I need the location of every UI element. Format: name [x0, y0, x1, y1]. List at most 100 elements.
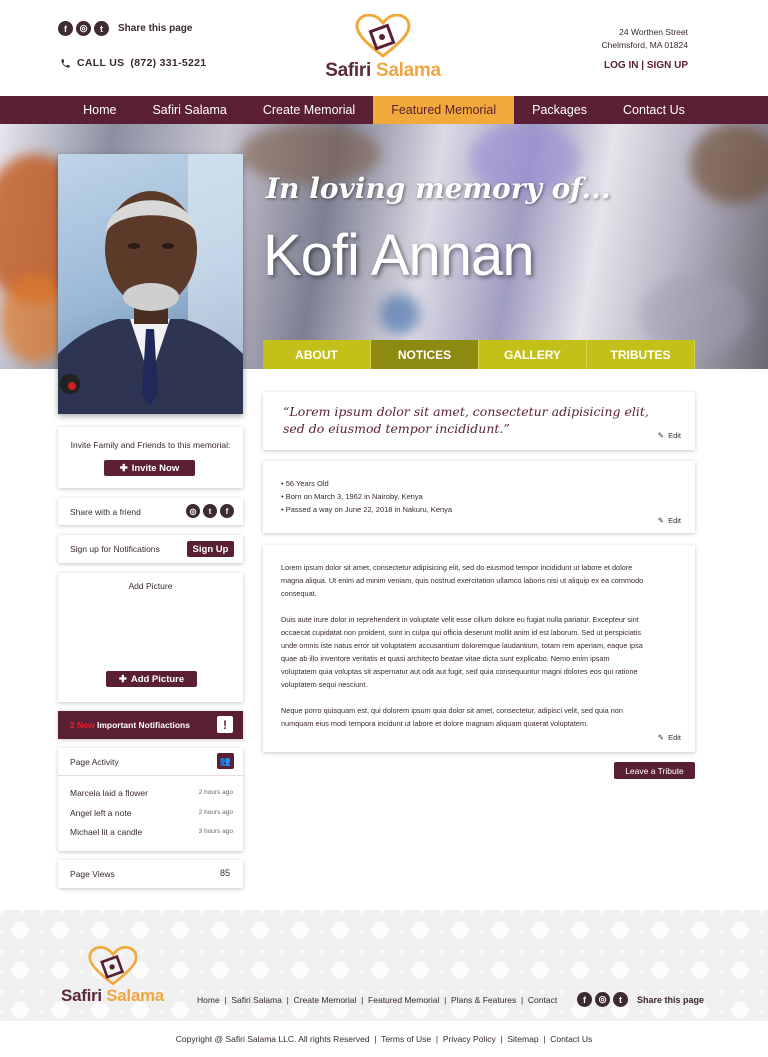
- important-notifications-bar[interactable]: 2 New Important Notifiactions !: [58, 711, 243, 739]
- copyright-text: Copyright @ Safiri Salama LLC. All right…: [175, 1034, 370, 1044]
- fact-age: 56 Years Old: [285, 479, 329, 488]
- nav-packages[interactable]: Packages: [514, 96, 605, 124]
- notify-text: Sign up for Notifications: [70, 544, 160, 554]
- add-picture-label: Add Picture: [130, 673, 185, 685]
- instagram-icon[interactable]: ◎: [186, 504, 200, 518]
- notifications-count: 2 New: [70, 720, 95, 730]
- footer-link-create-memorial[interactable]: Create Memorial: [294, 995, 357, 1005]
- sitemap-link[interactable]: Sitemap: [507, 1034, 538, 1044]
- nav-contact-us[interactable]: Contact Us: [605, 96, 703, 124]
- pencil-icon: ✎: [657, 733, 665, 742]
- leave-tribute-button[interactable]: Leave a Tribute: [614, 762, 695, 779]
- logo-word-safiri: Safiri: [325, 60, 371, 81]
- footer-link-safiri-salama[interactable]: Safiri Salama: [231, 995, 282, 1005]
- footer-link-plans[interactable]: Plans & Features: [451, 995, 516, 1005]
- site-logo[interactable]: Safiri Salama: [318, 14, 448, 84]
- signup-link[interactable]: SIGN UP: [647, 60, 688, 71]
- share-page-label: Share this page: [118, 23, 193, 34]
- call-us[interactable]: CALL US (872) 331-5221: [60, 57, 206, 69]
- notice-paragraph: Duis aute irure dolor in reprehenderit i…: [281, 615, 643, 689]
- notice-body: Lorem ipsum dolor sit amet, consectetur …: [281, 561, 647, 730]
- notice-text-card: Lorem ipsum dolor sit amet, consectetur …: [263, 545, 695, 752]
- nav-featured-memorial[interactable]: Featured Memorial: [373, 96, 515, 124]
- footer-logo-wordmark: Safiri Salama: [55, 986, 170, 1006]
- address-line2: Chelmsford, MA 01824: [601, 40, 688, 50]
- nav-safiri-salama[interactable]: Safiri Salama: [134, 96, 244, 124]
- tab-gallery[interactable]: GALLERY: [479, 340, 587, 369]
- pencil-icon: ✎: [657, 431, 665, 440]
- tab-notices[interactable]: NOTICES: [371, 340, 479, 369]
- footer-link-featured-memorial[interactable]: Featured Memorial: [368, 995, 439, 1005]
- notice-paragraph: Neque porro quisquam est, qui dolorem ip…: [281, 706, 623, 728]
- edit-label: Edit: [668, 516, 681, 525]
- fact-passed: Passed a way on June 22, 2018 in Nakuru,…: [285, 505, 453, 514]
- call-us-label: CALL US: [77, 57, 125, 69]
- terms-link[interactable]: Terms of Use: [381, 1034, 431, 1044]
- footer-social: f ◎ t Share this page: [577, 992, 704, 1007]
- plus-icon: ✚: [119, 462, 128, 474]
- phone-number: (872) 331-5221: [130, 57, 207, 69]
- edit-facts-button[interactable]: ✎ Edit: [658, 516, 681, 525]
- list-item: Angel left a note 2 hours ago: [70, 808, 233, 828]
- address: 24 Worthen Street Chelmsford, MA 01824: [602, 26, 688, 52]
- site-header: f ◎ t Share this page CALL US (872) 331-…: [0, 0, 768, 96]
- copyright-bar: Copyright @ Safiri Salama LLC. All right…: [175, 1034, 593, 1044]
- instagram-icon[interactable]: ◎: [595, 992, 610, 1007]
- add-picture-button[interactable]: ✚ Add Picture: [106, 671, 197, 687]
- footer-logo[interactable]: Safiri Salama: [55, 946, 170, 1006]
- activity-text: Michael lit a candle: [70, 827, 143, 837]
- fact-item: • Born on March 3, 1962 in Nairoby, Keny…: [281, 492, 423, 501]
- activity-time: 2 hours ago: [198, 789, 233, 796]
- fact-item: • Passed a way on June 22, 2018 in Nakur…: [281, 505, 453, 514]
- site-footer: Safiri Salama Home | Safiri Salama | Cre…: [0, 910, 768, 1021]
- list-item: Michael lit a candle 3 hours ago: [70, 827, 233, 847]
- edit-quote-button[interactable]: ✎ Edit: [658, 431, 681, 440]
- auth-separator: |: [641, 60, 645, 71]
- invite-text: Invite Family and Friends to this memori…: [70, 440, 231, 450]
- twitter-icon[interactable]: t: [94, 21, 109, 36]
- notifications-text: 2 New Important Notifiactions: [70, 720, 190, 730]
- page-activity-card: Page Activity 👥 Marcela laid a flower 2 …: [58, 748, 243, 851]
- main-nav: Home Safiri Salama Create Memorial Featu…: [0, 96, 768, 124]
- login-link[interactable]: LOG IN: [604, 60, 638, 71]
- phone-icon: [61, 58, 70, 68]
- sign-up-button[interactable]: Sign Up: [187, 541, 234, 557]
- add-picture-title: Add Picture: [128, 581, 173, 591]
- twitter-icon[interactable]: t: [203, 504, 217, 518]
- notice-paragraph: Lorem ipsum dolor sit amet, consectetur …: [281, 563, 644, 598]
- logo-wordmark: Safiri Salama: [318, 60, 448, 82]
- twitter-icon[interactable]: t: [613, 992, 628, 1007]
- paint-blob: [380, 294, 420, 334]
- activity-time: 3 hours ago: [198, 828, 233, 835]
- activity-title: Page Activity: [70, 757, 119, 767]
- nav-home[interactable]: Home: [65, 96, 134, 124]
- share-friend-icons: ◎ t f: [183, 504, 234, 518]
- logo-word-safiri: Safiri: [61, 986, 102, 1005]
- facebook-icon[interactable]: f: [220, 504, 234, 518]
- contact-us-link[interactable]: Contact Us: [550, 1034, 592, 1044]
- alert-icon: !: [217, 716, 233, 733]
- edit-notice-button[interactable]: ✎ Edit: [658, 733, 681, 742]
- share-friend-text: Share with a friend: [70, 507, 141, 517]
- nav-create-memorial[interactable]: Create Memorial: [245, 96, 373, 124]
- tab-tributes[interactable]: TRIBUTES: [587, 340, 695, 369]
- footer-link-contact[interactable]: Contact: [528, 995, 557, 1005]
- invite-now-button[interactable]: ✚ Invite Now: [104, 460, 195, 476]
- footer-link-home[interactable]: Home: [197, 995, 220, 1005]
- activity-time: 2 hours ago: [198, 808, 233, 816]
- paint-blob: [690, 124, 768, 204]
- activity-divider: [58, 775, 243, 776]
- facebook-icon[interactable]: f: [58, 21, 73, 36]
- pencil-icon: ✎: [657, 516, 665, 525]
- facebook-icon[interactable]: f: [577, 992, 592, 1007]
- views-count: 85: [219, 868, 230, 878]
- privacy-link[interactable]: Privacy Policy: [443, 1034, 496, 1044]
- fact-born: Born on March 3, 1962 in Nairoby, Kenya: [285, 492, 423, 501]
- quote-card: “Lorem ipsum dolor sit amet, consectetur…: [263, 392, 695, 450]
- footer-links: Home | Safiri Salama | Create Memorial |…: [197, 995, 558, 1005]
- plus-icon: ✚: [118, 673, 127, 685]
- fact-item: • 56 Years Old: [281, 479, 329, 488]
- instagram-icon[interactable]: ◎: [76, 21, 91, 36]
- memorial-name: Kofi Annan: [263, 223, 535, 288]
- tab-about[interactable]: ABOUT: [263, 340, 371, 369]
